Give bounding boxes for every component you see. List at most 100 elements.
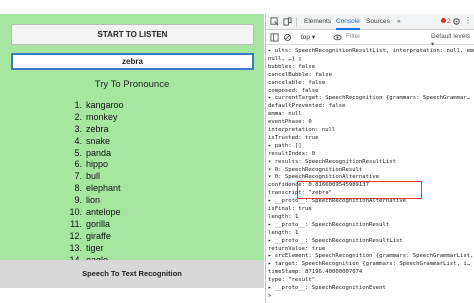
sidebar-toggle-icon[interactable] <box>270 33 279 42</box>
console-line: composed: false <box>268 87 319 94</box>
console-line: ▸ ults: SpeechRecognitionResultList, int… <box>268 48 474 54</box>
item-number: 6. <box>74 159 82 170</box>
filter-input[interactable]: Filter <box>346 33 360 40</box>
item-number: 8. <box>74 183 82 194</box>
console-line: ▸ __proto__: SpeechRecognitionResult <box>268 221 390 228</box>
console-line: ▸ __proto__: SpeechRecognitionAlternativ… <box>268 198 407 205</box>
word-list-item: 2. monkey <box>56 112 124 124</box>
console-line: defaultPrevented: false <box>268 103 346 110</box>
device-toolbar-icon[interactable] <box>283 17 292 26</box>
word-label: zebra <box>86 123 109 134</box>
console-line: emma: null <box>268 111 302 118</box>
console-line: ▸ currentTarget: SpeechRecognition {gram… <box>268 95 471 102</box>
item-number: 7. <box>74 171 82 182</box>
item-number: 12. <box>69 230 82 241</box>
console-line: ▸ __proto__: SpeechRecognitionResultList <box>268 237 403 244</box>
console-line: eventPhase: 0 <box>268 119 312 126</box>
console-line: ▸ path: [] <box>268 142 302 149</box>
word-list-item: 13. tiger <box>56 243 124 255</box>
word-label: elephant <box>86 183 121 194</box>
settings-gear-icon[interactable] <box>452 17 461 26</box>
console-line: ▾ 0: SpeechRecognitionAlternative <box>268 174 380 181</box>
console-line: bubbles: false <box>268 63 316 70</box>
word-list-item: 9. lion <box>56 195 124 207</box>
console-line: resultIndex: 0 <box>268 150 316 157</box>
console-line: confidence: 0.8166009545989137 <box>268 182 370 189</box>
levels-label: Default levels <box>431 33 471 40</box>
tab-console[interactable]: Console <box>336 14 360 30</box>
word-label: giraffe <box>86 230 111 241</box>
word-label: snake <box>86 135 111 146</box>
item-number: 2. <box>74 111 82 122</box>
word-list-item: 12. giraffe <box>56 231 124 243</box>
clear-console-icon[interactable] <box>283 33 292 42</box>
word-label: hippo <box>86 159 109 170</box>
console-line: ▸ target: SpeechRecognition {grammars: S… <box>268 261 471 268</box>
word-label: lion <box>86 195 101 206</box>
word-list-item: 1. kangaroo <box>56 100 124 112</box>
context-selector[interactable]: top ▾ <box>301 33 315 41</box>
console-line: timeStamp: 87196.40000007074 <box>268 269 363 276</box>
console-line: ▾ results: SpeechRecognitionResultList <box>268 158 396 165</box>
tab-sources[interactable]: Sources <box>366 14 390 30</box>
console-line: cancelable: false <box>268 79 326 86</box>
console-line: isTrusted: true <box>268 134 319 141</box>
console-line: null, …} ▯ <box>268 55 302 62</box>
error-icon <box>441 18 446 23</box>
console-line: ▸ srcElement: SpeechRecognition {grammar… <box>268 253 474 260</box>
word-label: panda <box>86 147 112 158</box>
item-number: 13. <box>69 242 82 253</box>
devtools-panel: Elements Console Sources » 2 ⋮ top ▾ Fil… <box>265 14 474 303</box>
eye-icon[interactable] <box>333 33 342 42</box>
more-options-icon[interactable]: ⋮ <box>464 16 472 25</box>
word-label: antelope <box>86 207 121 218</box>
console-line: type: "result" <box>268 277 316 284</box>
inspect-element-icon[interactable] <box>270 17 279 26</box>
error-count: 2 <box>447 18 451 25</box>
console-line: > <box>268 292 272 299</box>
footer: Speech To Text Recognition <box>0 260 264 288</box>
console-line: transcript: "zebra" <box>268 190 332 197</box>
console-line: length: 1 <box>268 229 299 236</box>
console-output[interactable]: ▸ ults: SpeechRecognitionResultList, int… <box>266 46 474 303</box>
word-list-item: 8. elephant <box>56 183 124 195</box>
word-list-item: 3. zebra <box>56 124 124 136</box>
item-number: 5. <box>74 147 82 158</box>
word-list-item: 5. panda <box>56 148 124 160</box>
console-line: ▾ 0: SpeechRecognitionResult <box>268 166 363 173</box>
word-label: bull <box>86 171 101 182</box>
app-panel <box>0 14 264 260</box>
error-count-badge[interactable]: 2 <box>441 14 451 30</box>
word-list-item: 6. hippo <box>56 159 124 171</box>
toolbar-divider <box>296 17 297 27</box>
chevron-down-icon: ▾ <box>311 34 316 41</box>
word-list-item: 11. gorilla <box>56 219 124 231</box>
word-list-item: 10. antelope <box>56 207 124 219</box>
item-number: 9. <box>74 195 82 206</box>
word-label: monkey <box>86 111 118 122</box>
context-label: top <box>301 34 311 41</box>
word-label: gorilla <box>86 218 111 229</box>
item-number: 10. <box>69 207 82 218</box>
console-line: cancelBubble: false <box>268 71 332 78</box>
tab-elements[interactable]: Elements <box>304 14 331 30</box>
start-to-listen-button[interactable]: START TO LISTEN <box>11 24 254 45</box>
console-line: interpretation: null <box>268 127 336 133</box>
list-title: Try To Pronounce <box>94 79 170 90</box>
console-line: isFinal: true <box>268 206 312 212</box>
console-line: ▸ __proto__: SpeechRecognitionEvent <box>268 285 386 291</box>
word-label: kangaroo <box>86 100 124 110</box>
devtools-tab-bar: Elements Console Sources » 2 ⋮ <box>266 14 474 30</box>
speech-app: START TO LISTEN zebra Try To Pronounce 1… <box>0 0 265 303</box>
word-list: 1. kangaroo 2. monkey 3. zebra 4. snake 5. panda 6… <box>56 100 124 278</box>
console-line: length: 1 <box>268 213 299 220</box>
console-line: returnValue: true <box>268 245 326 252</box>
item-number: 1. <box>74 100 82 110</box>
item-number: 3. <box>74 123 82 134</box>
word-label: tiger <box>86 242 104 253</box>
item-number: 4. <box>74 135 82 146</box>
console-toolbar: top ▾ Filter Default levels ▾ <box>266 31 474 48</box>
more-tabs-button[interactable]: » <box>397 14 401 30</box>
word-list-item: 4. snake <box>56 136 124 148</box>
recognized-word-field: zebra <box>11 53 254 70</box>
